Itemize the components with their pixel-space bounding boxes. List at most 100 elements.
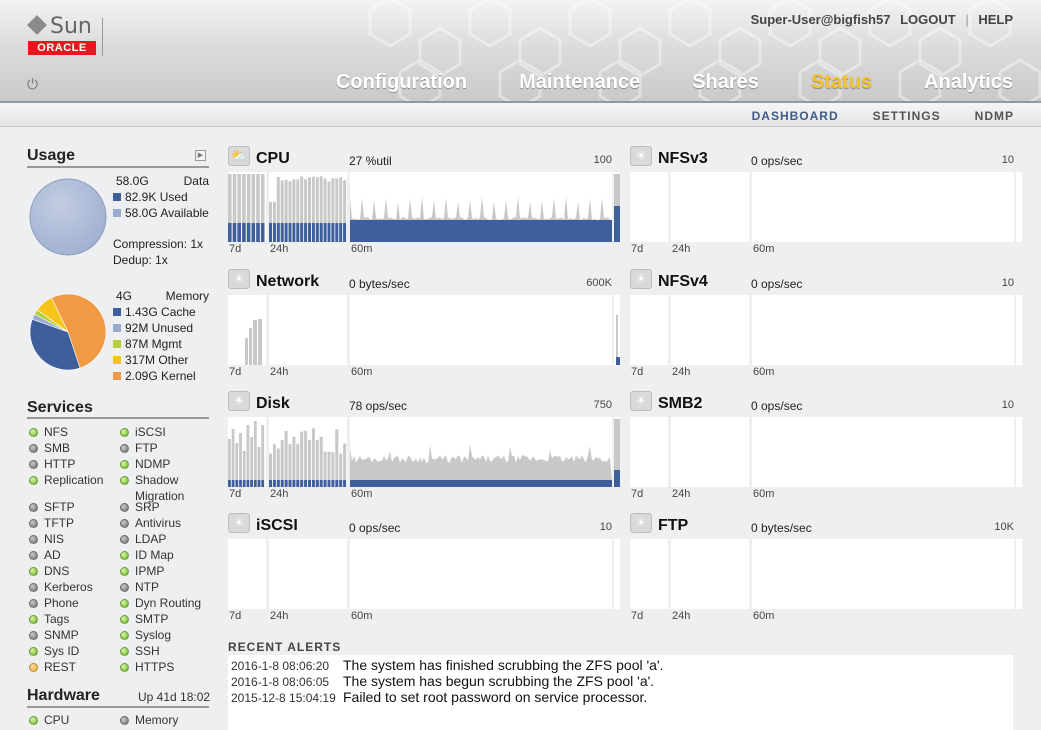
service-label: SSH <box>135 644 160 658</box>
service-ssh[interactable]: SSH <box>120 643 160 659</box>
sun-icon: ☀ <box>630 146 652 166</box>
logout-link[interactable]: LOGOUT <box>900 12 956 27</box>
widget-iscsi[interactable]: ☀ iSCSI 0 ops/sec 10 7d 24h 60m <box>228 513 620 630</box>
chart-panel-60m <box>752 539 1014 609</box>
service-ldap[interactable]: LDAP <box>120 531 166 547</box>
service-ndmp[interactable]: NDMP <box>120 456 170 472</box>
widget-max: 100 <box>593 154 612 166</box>
widget-value: 0 ops/sec <box>349 521 401 535</box>
widget-value: 78 ops/sec <box>349 399 408 413</box>
widget-title[interactable]: NFSv3 <box>658 150 708 168</box>
chart-panel-now <box>1016 172 1022 242</box>
data-dedup: Dedup: 1x <box>113 253 168 267</box>
nav-status[interactable]: Status <box>811 71 872 94</box>
chart-plot <box>630 295 668 365</box>
widget-network[interactable]: ☀ Network 0 bytes/sec 600K 7d 24h 60m <box>228 269 620 386</box>
subnav-dashboard[interactable]: DASHBOARD <box>752 109 839 123</box>
service-sftp[interactable]: SFTP <box>29 499 75 515</box>
chart-plot <box>752 295 1014 365</box>
service-smb[interactable]: SMB <box>29 440 70 456</box>
service-label: Replication <box>44 473 104 487</box>
help-link[interactable]: HELP <box>978 12 1013 27</box>
widget-cpu[interactable]: ⛅ CPU 27 %util 100 7d 24h 60m <box>228 146 620 263</box>
chart-bar <box>335 223 339 242</box>
service-label: SRP <box>135 500 160 514</box>
alert-row[interactable]: 2015-12-8 15:04:19 Failed to set root pas… <box>231 689 647 705</box>
widget-title[interactable]: Disk <box>256 395 290 413</box>
nav-analytics[interactable]: Analytics <box>924 71 1013 94</box>
service-syslog[interactable]: Syslog <box>120 627 171 643</box>
chart-panel-7d <box>630 295 668 365</box>
service-srp[interactable]: SRP <box>120 499 160 515</box>
hardware-rule <box>27 706 209 708</box>
time-label: 24h <box>270 610 289 622</box>
widget-title[interactable]: FTP <box>658 517 688 535</box>
service-nfs[interactable]: NFS <box>29 424 68 440</box>
nav-shares[interactable]: Shares <box>692 71 759 94</box>
hardware-item-cpu[interactable]: CPU <box>29 712 69 728</box>
service-label: HTTPS <box>135 660 175 674</box>
service-phone[interactable]: Phone <box>29 595 79 611</box>
service-id-map[interactable]: ID Map <box>120 547 174 563</box>
service-tags[interactable]: Tags <box>29 611 69 627</box>
service-ntp[interactable]: NTP <box>120 579 159 595</box>
chart-bar <box>319 436 323 487</box>
chart-bar <box>253 421 257 487</box>
chart-plot <box>1016 539 1022 609</box>
alert-row[interactable]: 2016-1-8 08:06:05 The system has begun sc… <box>231 673 654 689</box>
service-antivirus[interactable]: Antivirus <box>120 515 181 531</box>
time-label: 7d <box>631 243 644 255</box>
expand-icon[interactable]: ▶ <box>195 150 206 161</box>
service-kerberos[interactable]: Kerberos <box>29 579 93 595</box>
chart-bar <box>327 223 331 242</box>
chart-bar <box>292 436 296 487</box>
subnav-settings[interactable]: SETTINGS <box>873 109 941 123</box>
chart-bar <box>300 431 304 487</box>
widget-title[interactable]: CPU <box>256 150 290 168</box>
service-sys-id[interactable]: Sys ID <box>29 643 79 659</box>
widget-max: 10 <box>1001 154 1014 166</box>
chart-bar <box>280 223 284 242</box>
time-label: 60m <box>753 488 775 500</box>
service-snmp[interactable]: SNMP <box>29 627 79 643</box>
service-smtp[interactable]: SMTP <box>120 611 168 627</box>
service-replication[interactable]: Replication <box>29 472 103 488</box>
widget-max: 750 <box>593 399 612 411</box>
memory-item: 317M Other <box>113 352 209 368</box>
widget-smb2[interactable]: ☀ SMB2 0 ops/sec 10 7d 24h 60m <box>630 391 1022 508</box>
widget-title[interactable]: iSCSI <box>256 517 298 535</box>
service-dyn-routing[interactable]: Dyn Routing <box>120 595 201 611</box>
subnav-ndmp[interactable]: NDMP <box>975 109 1014 123</box>
hardware-item-memory[interactable]: Memory <box>120 712 178 728</box>
widget-title[interactable]: SMB2 <box>658 395 702 413</box>
widget-nfsv4[interactable]: ☀ NFSv4 0 ops/sec 10 7d 24h 60m <box>630 269 1022 386</box>
chart-panel-now <box>614 417 620 487</box>
service-ad[interactable]: AD <box>29 547 61 563</box>
widget-title[interactable]: NFSv4 <box>658 273 708 291</box>
memory-item-label: 317M Other <box>125 353 189 367</box>
service-ipmp[interactable]: IPMP <box>120 563 164 579</box>
nav-maintenance[interactable]: Maintenance <box>519 71 640 94</box>
chart-plot <box>630 417 668 487</box>
widget-nfsv3[interactable]: ☀ NFSv3 0 ops/sec 10 7d 24h 60m <box>630 146 1022 263</box>
power-icon[interactable]: ⏻ <box>27 77 41 91</box>
chart-plot <box>1016 172 1022 242</box>
nav-configuration[interactable]: Configuration <box>336 71 467 94</box>
service-ftp[interactable]: FTP <box>120 440 158 456</box>
service-nis[interactable]: NIS <box>29 531 64 547</box>
service-tftp[interactable]: TFTP <box>29 515 74 531</box>
service-dns[interactable]: DNS <box>29 563 69 579</box>
widget-disk[interactable]: ☀ Disk 78 ops/sec 750 7d 24h 60m <box>228 391 620 508</box>
chart-area <box>350 196 612 220</box>
widget-title[interactable]: Network <box>256 273 319 291</box>
widget-ftp[interactable]: ☀ FTP 0 bytes/sec 10K 7d 24h 60m <box>630 513 1022 630</box>
service-https[interactable]: HTTPS <box>120 659 174 675</box>
chart-bar <box>276 480 280 487</box>
service-http[interactable]: HTTP <box>29 456 75 472</box>
service-rest[interactable]: REST <box>29 659 76 675</box>
service-iscsi[interactable]: iSCSI <box>120 424 166 440</box>
chart-bar <box>315 223 319 242</box>
time-label: 7d <box>229 488 242 500</box>
status-indicator <box>120 583 129 592</box>
alert-row[interactable]: 2016-1-8 08:06:20 The system has finished… <box>231 657 664 673</box>
